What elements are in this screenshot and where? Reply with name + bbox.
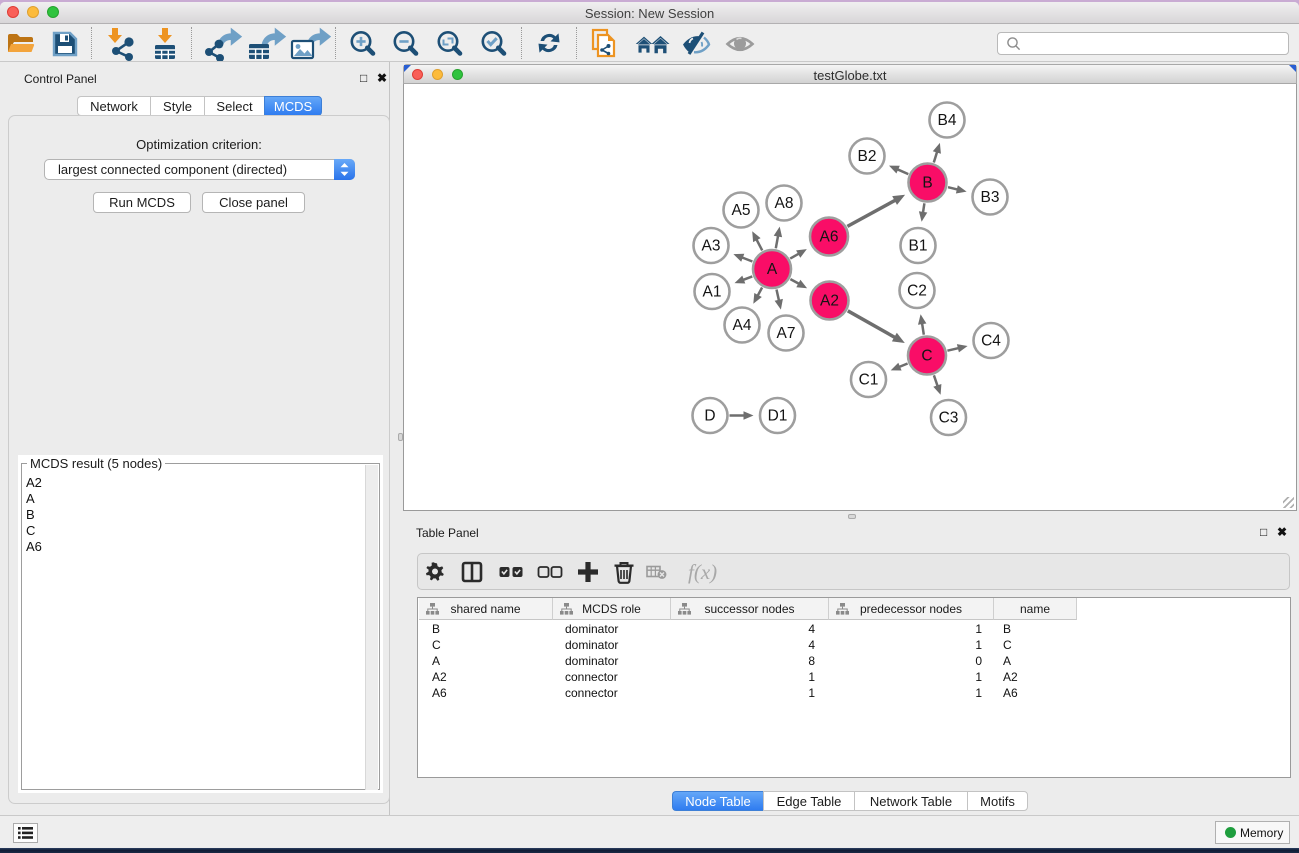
svg-text:B1: B1 bbox=[909, 238, 928, 255]
svg-text:A2: A2 bbox=[820, 293, 839, 310]
svg-text:C2: C2 bbox=[907, 283, 927, 300]
svg-text:C1: C1 bbox=[859, 372, 879, 389]
svg-text:A: A bbox=[767, 261, 778, 278]
svg-text:B4: B4 bbox=[938, 112, 957, 129]
svg-text:B3: B3 bbox=[981, 189, 1000, 206]
svg-text:A8: A8 bbox=[775, 195, 794, 212]
svg-text:A7: A7 bbox=[777, 325, 796, 342]
svg-text:A3: A3 bbox=[702, 238, 721, 255]
svg-text:A1: A1 bbox=[703, 284, 722, 301]
svg-text:C: C bbox=[921, 348, 932, 365]
svg-text:f(x): f(x) bbox=[688, 560, 717, 584]
svg-text:A4: A4 bbox=[733, 317, 752, 334]
svg-text:D: D bbox=[704, 408, 715, 425]
svg-text:B2: B2 bbox=[858, 148, 877, 165]
svg-text:A6: A6 bbox=[820, 229, 839, 246]
svg-text:A5: A5 bbox=[732, 202, 751, 219]
svg-text:D1: D1 bbox=[768, 408, 788, 425]
svg-text:C4: C4 bbox=[981, 333, 1001, 350]
svg-text:C3: C3 bbox=[939, 410, 959, 427]
svg-text:B: B bbox=[922, 175, 932, 192]
